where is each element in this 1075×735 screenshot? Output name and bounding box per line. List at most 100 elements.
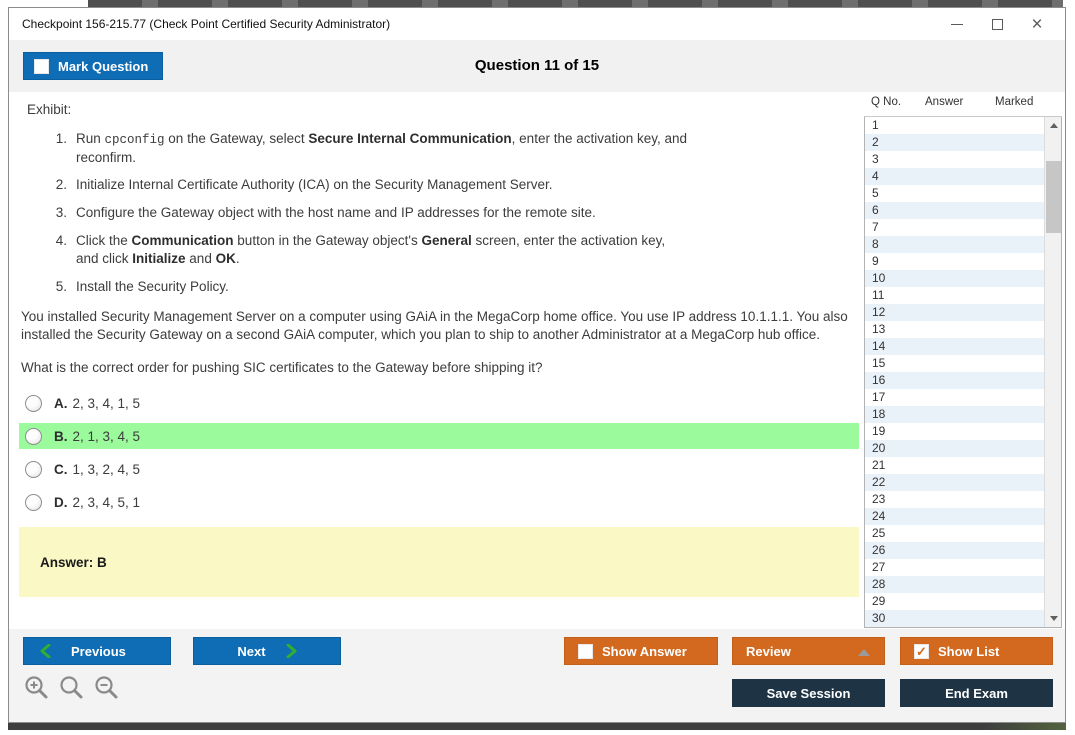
question-list-row[interactable]: 28 [865, 576, 1061, 593]
option-letter: D. [54, 495, 68, 510]
end-exam-button[interactable]: End Exam [900, 679, 1053, 707]
save-session-button[interactable]: Save Session [732, 679, 885, 707]
question-list-row[interactable]: 5 [865, 185, 1061, 202]
question-list-row[interactable]: 3 [865, 151, 1061, 168]
review-button[interactable]: Review [732, 637, 885, 665]
close-button[interactable]: × [1017, 8, 1057, 40]
question-list-row[interactable]: 25 [865, 525, 1061, 542]
mark-question-checkbox-icon [34, 59, 49, 74]
answer-box: Answer: B [19, 527, 859, 597]
scrollbar-thumb[interactable] [1046, 161, 1061, 233]
question-list-row[interactable]: 19 [865, 423, 1061, 440]
show-list-button[interactable]: ✓ Show List [900, 637, 1053, 665]
maximize-icon [992, 19, 1003, 30]
zoom-in-icon[interactable] [23, 675, 49, 701]
zoom-icon[interactable] [58, 675, 84, 701]
question-list-row[interactable]: 1 [865, 117, 1061, 134]
scroll-up-button[interactable] [1045, 117, 1062, 134]
mark-question-button[interactable]: Mark Question [23, 52, 163, 80]
question-list-scrollbar[interactable] [1044, 117, 1061, 627]
step-number: 4. [45, 232, 67, 268]
column-marked: Marked [995, 96, 1033, 108]
next-label: Next [237, 644, 265, 659]
step-text: Install the Security Policy. [76, 278, 229, 296]
question-number: 30 [872, 611, 885, 625]
question-number: 25 [872, 526, 885, 540]
question-number: 6 [872, 203, 879, 217]
question-list-row[interactable]: 10 [865, 270, 1061, 287]
option-b[interactable]: B. 2, 1, 3, 4, 5 [19, 423, 859, 449]
question-list-row[interactable]: 14 [865, 338, 1061, 355]
show-answer-button[interactable]: Show Answer [564, 637, 718, 665]
option-text: 2, 3, 4, 1, 5 [73, 396, 141, 411]
maximize-button[interactable] [977, 8, 1017, 40]
chevron-right-icon [286, 644, 297, 658]
previous-label: Previous [71, 644, 126, 659]
question-number: 13 [872, 322, 885, 336]
next-button[interactable]: Next [193, 637, 341, 665]
save-session-label: Save Session [767, 686, 851, 701]
question-number: 22 [872, 475, 885, 489]
option-letter: B. [54, 429, 68, 444]
question-number: 20 [872, 441, 885, 455]
question-list-row[interactable]: 6 [865, 202, 1061, 219]
question-list-row[interactable]: 2 [865, 134, 1061, 151]
question-list-row[interactable]: 8 [865, 236, 1061, 253]
question-number: 11 [872, 288, 884, 302]
option-c[interactable]: C. 1, 3, 2, 4, 5 [19, 456, 859, 482]
question-number: 26 [872, 543, 885, 557]
question-list-row[interactable]: 9 [865, 253, 1061, 270]
end-exam-label: End Exam [945, 686, 1008, 701]
question-list-row[interactable]: 23 [865, 491, 1061, 508]
minimize-button[interactable] [937, 8, 977, 40]
background-window-edge-bottom [8, 723, 1066, 730]
question-list-row[interactable]: 7 [865, 219, 1061, 236]
question-rows: 1234567891011121314151617181920212223242… [865, 117, 1061, 627]
step-text: Click the Communication button in the Ga… [76, 232, 690, 268]
radio-icon[interactable] [25, 395, 42, 412]
question-number: 29 [872, 594, 885, 608]
question-number: 24 [872, 509, 885, 523]
dropdown-up-icon [858, 649, 870, 656]
question-list-row[interactable]: 26 [865, 542, 1061, 559]
zoom-tools [23, 675, 119, 701]
question-list-row[interactable]: 11 [865, 287, 1061, 304]
question-list-row[interactable]: 24 [865, 508, 1061, 525]
scroll-down-icon [1050, 616, 1058, 621]
question-number: 3 [872, 152, 879, 166]
question-list-row[interactable]: 27 [865, 559, 1061, 576]
scenario-text: You installed Security Management Server… [21, 308, 866, 344]
radio-icon[interactable] [25, 494, 42, 511]
question-list-row[interactable]: 20 [865, 440, 1061, 457]
question-list-row[interactable]: 15 [865, 355, 1061, 372]
question-list-row[interactable]: 18 [865, 406, 1061, 423]
question-list-row[interactable]: 29 [865, 593, 1061, 610]
option-d[interactable]: D. 2, 3, 4, 5, 1 [19, 489, 859, 515]
question-list-row[interactable]: 13 [865, 321, 1061, 338]
question-counter: Question 11 of 15 [9, 40, 1065, 92]
question-list-row[interactable]: 4 [865, 168, 1061, 185]
step-number: 3. [45, 204, 67, 222]
window-controls: × [937, 8, 1057, 40]
previous-button[interactable]: Previous [23, 637, 171, 665]
question-number: 4 [872, 169, 879, 183]
scroll-down-button[interactable] [1045, 610, 1062, 627]
zoom-out-icon[interactable] [93, 675, 119, 701]
radio-icon[interactable] [25, 428, 42, 445]
header-band: Mark Question Question 11 of 15 [9, 40, 1065, 92]
step-number: 1. [45, 130, 67, 166]
exhibit-label: Exhibit: [27, 102, 861, 117]
question-list-row[interactable]: 16 [865, 372, 1061, 389]
question-number: 9 [872, 254, 879, 268]
question-list-row[interactable]: 17 [865, 389, 1061, 406]
option-a[interactable]: A. 2, 3, 4, 1, 5 [19, 390, 859, 416]
question-list-row[interactable]: 30 [865, 610, 1061, 627]
option-text: 1, 3, 2, 4, 5 [73, 462, 141, 477]
step-number: 5. [45, 278, 67, 296]
step-number: 2. [45, 176, 67, 194]
radio-icon[interactable] [25, 461, 42, 478]
question-list-row[interactable]: 12 [865, 304, 1061, 321]
question-number: 27 [872, 560, 885, 574]
question-list-row[interactable]: 22 [865, 474, 1061, 491]
question-list-row[interactable]: 21 [865, 457, 1061, 474]
